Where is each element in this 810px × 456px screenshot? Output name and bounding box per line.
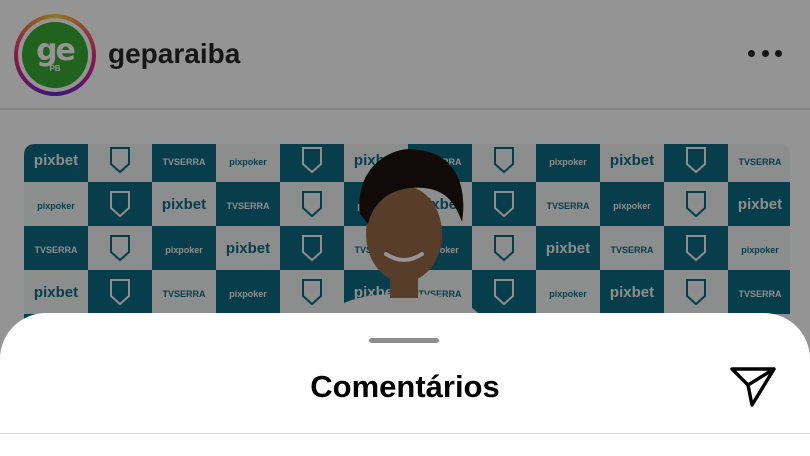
send-icon[interactable] bbox=[728, 365, 778, 409]
comments-sheet: Comentários bbox=[0, 313, 810, 456]
sheet-title: Comentários bbox=[310, 369, 500, 404]
sheet-grabber[interactable] bbox=[369, 338, 439, 343]
sheet-divider bbox=[0, 433, 810, 434]
